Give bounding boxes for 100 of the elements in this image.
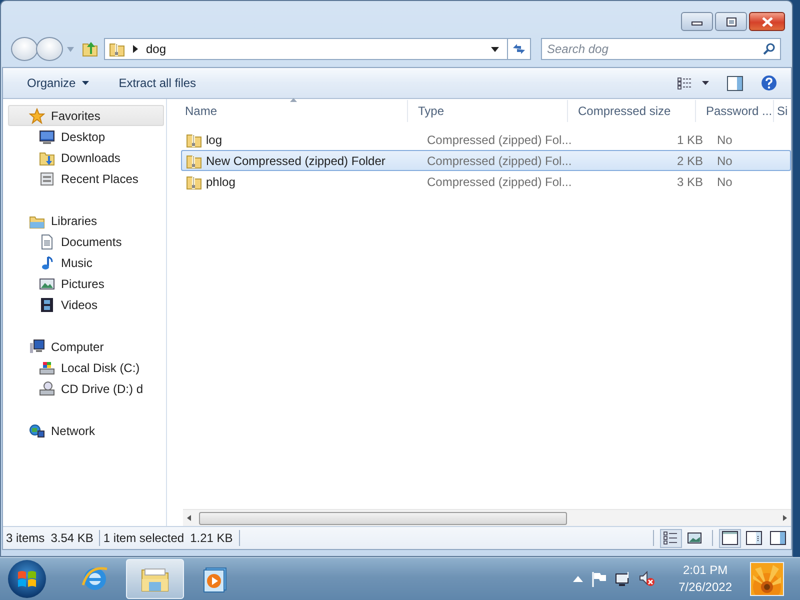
star-icon [29,108,45,124]
column-header[interactable]: Si [774,100,791,122]
total-size: 1.21 KB [190,531,233,545]
file-name: log [206,132,222,146]
help-icon [761,75,777,91]
minimize-button[interactable] [681,12,713,31]
search-icon [763,43,775,55]
taskbar-button[interactable] [126,559,184,599]
windows-logo-icon [17,570,37,588]
maximize-icon [724,16,738,28]
file-type: Compressed (zipped) Fol... [427,154,572,168]
preview-pane-button[interactable] [727,76,743,90]
preview-pane-icon [770,531,786,545]
computer-icon [29,338,45,354]
document-stack-icon [39,170,55,186]
globe-icon [29,422,45,438]
picture-icon [39,276,55,292]
nav-item[interactable]: Pictures [8,273,164,294]
nav-item[interactable]: Local Disk (C:) [8,357,164,378]
up-folder-icon [82,41,98,57]
zip-folder-icon [186,174,202,190]
show-hidden-button[interactable] [572,576,583,582]
address-bar[interactable]: dog [104,38,508,60]
nav-item[interactable]: Documents [8,231,164,252]
file-name: New Compressed (zipped) Folder [206,154,386,168]
nav-item[interactable]: Libraries [8,210,164,231]
column-header[interactable]: Type [408,100,568,122]
maximize-button[interactable] [715,12,747,31]
show-hidden-icon [572,576,583,582]
nav-item[interactable]: Recent Places [8,168,164,189]
drive-icon [39,360,55,376]
view-button[interactable] [719,528,741,548]
item-count: 3 items [6,531,45,545]
file-size: 1 KB [676,132,703,146]
speaker-muted-icon [638,571,655,587]
nav-item[interactable]: CD Drive (D:) d [8,378,164,399]
file-size: 3 KB [676,174,703,188]
refresh-button[interactable] [507,38,531,60]
caret-icon [82,81,89,85]
nav-item[interactable]: Computer [8,336,164,357]
item-count: 1 item selected [103,531,184,545]
flag-button[interactable] [590,571,607,587]
details-pane-icon [746,531,762,545]
caret-icon [702,81,709,85]
scrollbar-thumb[interactable] [199,512,567,524]
help-button[interactable] [761,75,777,91]
chevron-icon [133,45,138,53]
view-button[interactable] [767,528,789,548]
organize-menu[interactable]: Organize [21,73,95,93]
close-icon [760,16,774,28]
network-icon [614,571,631,587]
nav-item[interactable]: Favorites [8,105,164,126]
back-button[interactable] [11,37,38,61]
password-value-text: No [717,174,732,188]
view-menu-button[interactable] [677,76,709,90]
file-row[interactable]: phlog Compressed (zipped) Fol... 3 KB No [181,171,791,192]
dropdown-icon [491,46,499,52]
nav-item[interactable]: Desktop [8,126,164,147]
window-pane-icon [722,531,738,545]
toolbar-button[interactable]: Extract all files [112,73,202,93]
breadcrumb[interactable]: dog [146,42,166,56]
refresh-icon [512,43,526,55]
view-button[interactable] [660,528,682,548]
film-icon [39,296,55,312]
forward-button[interactable] [36,37,63,61]
nav-item[interactable]: Network [8,420,164,441]
column-header[interactable]: Password ... [696,100,774,122]
list-view-icon [677,76,692,90]
clock-date: 7/26/2022 [678,579,732,596]
details-view-icon [663,531,679,545]
file-row[interactable]: New Compressed (zipped) Folder Compressed (zipped) Fol... 2 KB No [181,150,791,171]
speaker-muted-button[interactable] [638,571,655,587]
document-icon [39,234,55,250]
picture-icon [687,531,703,545]
music-note-icon [39,254,55,270]
sort-arrow-icon [290,98,297,102]
network-button[interactable] [614,571,631,587]
file-size: 2 KB [676,154,703,168]
close-button[interactable] [749,12,785,31]
file-type: Compressed (zipped) Fol... [427,132,572,146]
file-row[interactable]: log Compressed (zipped) Fol... 1 KB No [181,129,791,150]
cd-drive-icon [39,380,55,396]
search-field[interactable]: Search dog [541,38,781,60]
password-value-text: No [717,132,732,146]
view-button[interactable] [743,528,765,548]
nav-item[interactable]: Videos [8,294,164,315]
nav-item[interactable]: Downloads [8,147,164,168]
zip-folder-icon [186,132,202,148]
column-header[interactable]: Compressed size [568,100,696,122]
total-size: 3.54 KB [50,531,94,545]
monitor-icon [39,128,55,144]
zip-folder-icon [186,152,202,168]
folder-arrow-icon [39,150,55,166]
dropdown-icon [67,46,74,52]
nav-item[interactable]: Music [8,252,164,273]
zip-folder-icon [109,41,125,57]
password-value-text: No [717,154,732,168]
file-name: phlog [206,174,236,188]
file-type: Compressed (zipped) Fol... [427,174,572,188]
start-button[interactable] [8,560,46,598]
